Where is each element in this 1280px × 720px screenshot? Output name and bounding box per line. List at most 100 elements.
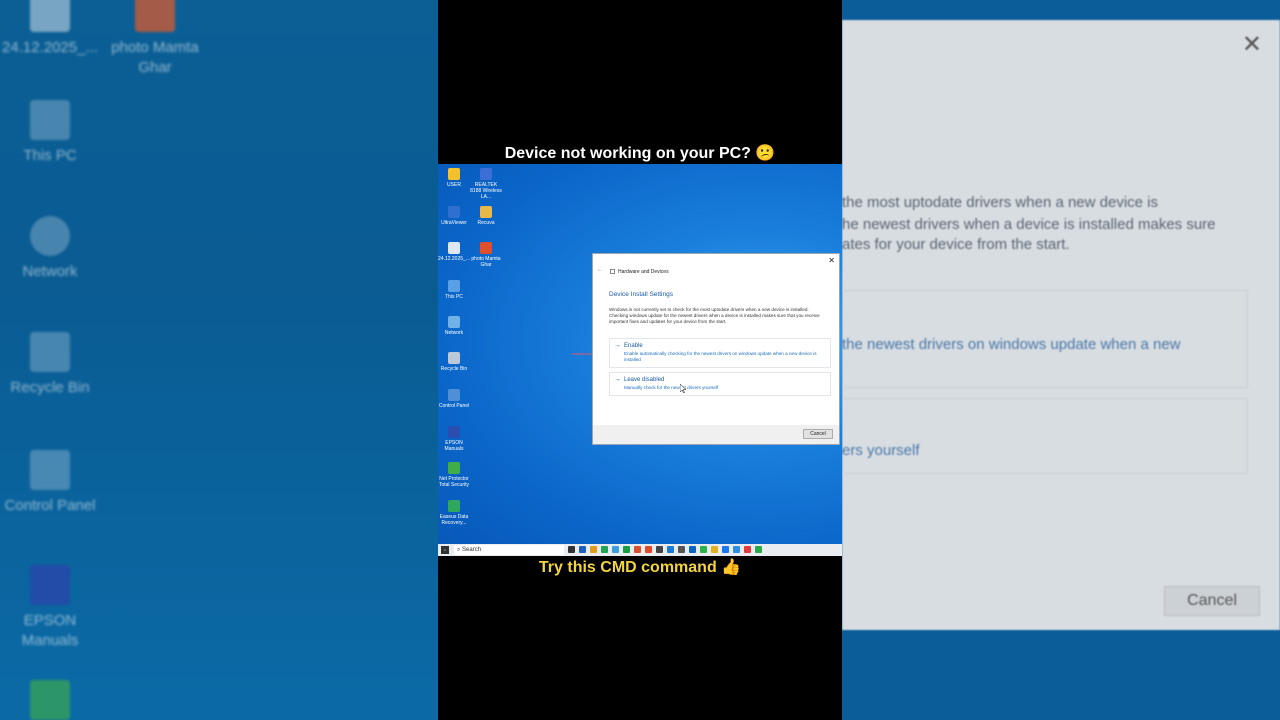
- desktop-icon-net-protector[interactable]: Net Protector Total Security: [438, 462, 470, 488]
- desktop-icon-user[interactable]: USER: [438, 168, 470, 188]
- desktop-icon-epson-manuals[interactable]: EPSON Manuals: [438, 426, 470, 452]
- bg-desktop-icon: Recycle Bin: [0, 332, 100, 398]
- app-icon: [135, 0, 175, 32]
- desktop-icon-label: Net Protector Total Security: [438, 476, 469, 488]
- bg-desktop-icon: [0, 680, 100, 720]
- hardware-devices-dialog: ✕ ← Hardware and Devices Device Install …: [592, 253, 840, 445]
- desktop-icon-label: photo Mamta Ghar: [471, 256, 501, 268]
- desktop-icon-file[interactable]: 24.12.2025_...: [438, 242, 470, 262]
- desktop-icon-label: UltraViewer: [441, 220, 467, 226]
- recovery-icon: [448, 500, 460, 512]
- bg-desktop-icon: photo Mamta Ghar: [105, 0, 205, 78]
- ultraviewer-icon: [448, 206, 460, 218]
- desktop-icon-easeus[interactable]: Easeus Data Recovery...: [438, 500, 470, 526]
- mouse-cursor-icon: [680, 384, 686, 393]
- desktop-icon-recycle-bin[interactable]: Recycle Bin: [438, 352, 470, 372]
- bg-icon-label: photo Mamta Ghar: [111, 39, 199, 76]
- desktop-icon-label: Network: [444, 330, 464, 336]
- windows-start-icon[interactable]: [441, 546, 449, 554]
- taskbar-app-icon[interactable]: [579, 546, 586, 553]
- recuva-icon: [480, 206, 492, 218]
- option-title: Leave disabled: [624, 377, 665, 383]
- caption-top: Device not working on your PC? 😕: [504, 145, 776, 162]
- option-title: Enable: [624, 343, 643, 349]
- dialog-window-title: Hardware and Devices: [618, 269, 669, 275]
- bg-desktop-icon: Control Panel: [0, 450, 100, 516]
- bg-link-text: the newest drivers on windows update whe…: [842, 336, 1181, 353]
- video-frame: 24.12.2025_... photo Mamta Ghar This PC …: [0, 0, 1280, 720]
- close-icon: ✕: [1241, 31, 1262, 58]
- close-icon[interactable]: ✕: [828, 256, 835, 265]
- file-icon: [30, 0, 70, 32]
- taskbar-app-icon[interactable]: [634, 546, 641, 553]
- photo-app-icon: [480, 242, 492, 254]
- computer-icon: [30, 100, 70, 140]
- option-enable[interactable]: → Enable Enable automatically checking f…: [609, 338, 831, 368]
- desktop-icon-label: Recuva: [477, 220, 495, 226]
- bg-desktop-icon: This PC: [0, 100, 100, 166]
- epson-icon: [30, 565, 70, 605]
- dialog-description: Windows is not currently set to check fo…: [609, 307, 820, 324]
- blurred-background-left: 24.12.2025_... photo Mamta Ghar This PC …: [0, 0, 438, 720]
- desktop-icon-realtek[interactable]: REALTEK 8188 Wireless LA...: [470, 168, 502, 200]
- taskbar-app-icon[interactable]: [678, 546, 685, 553]
- arrow-right-icon: →: [614, 342, 621, 349]
- shield-icon: [30, 680, 70, 720]
- taskbar-app-icon[interactable]: [711, 546, 718, 553]
- taskbar-app-icon[interactable]: [568, 546, 575, 553]
- bg-desktop-icon: Network: [0, 216, 100, 282]
- bg-icon-label: Recycle Bin: [10, 379, 90, 396]
- taskbar-search-box[interactable]: ⌕ Search: [454, 545, 564, 555]
- desktop-icon-label: Easeus Data Recovery...: [439, 514, 469, 526]
- desktop-icon-label: 24.12.2025_...: [438, 256, 470, 262]
- desktop-icon-network[interactable]: Network: [438, 316, 470, 336]
- taskbar-app-icon[interactable]: [744, 546, 751, 553]
- desktop-icon-label: This PC: [445, 294, 463, 300]
- device-icon: [610, 269, 615, 274]
- desktop-screenshot: USER REALTEK 8188 Wireless LA... UltraVi…: [438, 164, 842, 556]
- taskbar-app-icon[interactable]: [656, 546, 663, 553]
- desktop-icon-photo-mamta-ghar[interactable]: photo Mamta Ghar: [470, 242, 502, 268]
- bg-icon-label: Control Panel: [4, 497, 96, 514]
- cancel-button[interactable]: Cancel: [803, 429, 833, 439]
- taskbar-app-icon[interactable]: [623, 546, 630, 553]
- taskbar-app-icon[interactable]: [645, 546, 652, 553]
- desktop-icon-recuva[interactable]: Recuva: [470, 206, 502, 226]
- taskbar-app-icon[interactable]: [667, 546, 674, 553]
- dialog-heading: Device Install Settings: [609, 291, 673, 298]
- bg-link-text: ers yourself: [842, 442, 920, 459]
- option-description: Manually check for the newest drivers yo…: [624, 385, 719, 390]
- epson-icon: [448, 426, 460, 438]
- desktop-icon-this-pc[interactable]: This PC: [438, 280, 470, 300]
- desktop-icon-label: USER: [447, 182, 461, 188]
- network-adapter-icon: [480, 168, 492, 180]
- taskbar-app-icon[interactable]: [755, 546, 762, 553]
- taskbar-app-icon[interactable]: [601, 546, 608, 553]
- folder-icon: [448, 168, 460, 180]
- bg-option-box: [842, 398, 1248, 474]
- taskbar-app-icon[interactable]: [590, 546, 597, 553]
- desktop-icon-label: EPSON Manuals: [444, 440, 464, 452]
- taskbar-app-icon[interactable]: [733, 546, 740, 553]
- bg-text-line: ates for your device from the start.: [842, 236, 1070, 253]
- blurred-background-right: ✕ the most uptodate drivers when a new d…: [842, 0, 1280, 720]
- back-arrow-icon[interactable]: ←: [597, 267, 603, 273]
- globe-icon: [448, 316, 460, 328]
- option-leave-disabled[interactable]: → Leave disabled Manually check for the …: [609, 372, 831, 396]
- bg-dialog-panel: ✕ the most uptodate drivers when a new d…: [842, 20, 1280, 630]
- recycle-bin-icon: [30, 332, 70, 372]
- bg-desktop-icon: 24.12.2025_...: [0, 0, 100, 58]
- bg-icon-label: EPSON Manuals: [21, 612, 79, 649]
- desktop-icon-control-panel[interactable]: Control Panel: [438, 389, 470, 409]
- taskbar-app-icon[interactable]: [689, 546, 696, 553]
- taskbar-app-icon[interactable]: [722, 546, 729, 553]
- control-panel-icon: [30, 450, 70, 490]
- taskbar-app-icon[interactable]: [612, 546, 619, 553]
- desktop-icon-label: REALTEK 8188 Wireless LA...: [470, 182, 502, 200]
- taskbar-app-icon[interactable]: [700, 546, 707, 553]
- desktop-icon-ultraviewer[interactable]: UltraViewer: [438, 206, 470, 226]
- file-icon: [448, 242, 460, 254]
- bg-desktop-icon: EPSON Manuals: [0, 565, 100, 651]
- taskbar: ⌕ Search: [438, 544, 842, 556]
- search-placeholder: Search: [462, 547, 482, 553]
